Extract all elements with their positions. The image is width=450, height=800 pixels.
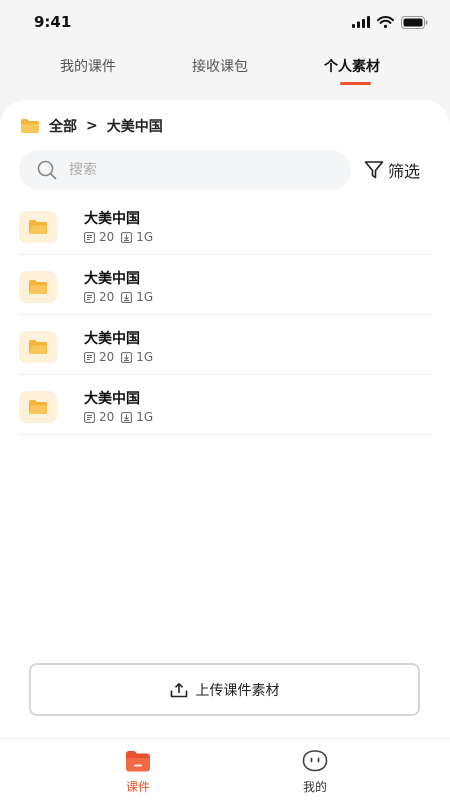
wifi-icon (377, 16, 394, 28)
file-meta: 20 1G (84, 410, 160, 424)
bottom-nav: 课件 我的 (0, 738, 450, 800)
file-count-icon (84, 351, 95, 363)
upload-icon (170, 682, 187, 697)
folder-open-icon (29, 340, 47, 354)
storage-icon (121, 231, 133, 243)
search-box[interactable] (19, 150, 351, 190)
folder-tile (19, 271, 57, 303)
nav-courseware-label: 课件 (125, 780, 150, 794)
file-size: 1G (136, 350, 154, 364)
file-size: 1G (136, 410, 154, 424)
filter-label: 筛选 (388, 162, 421, 181)
list-item[interactable]: 大美中国 20 1G (18, 315, 431, 375)
folder-tile (19, 211, 57, 243)
file-name: 大美中国 (84, 331, 140, 347)
tab-my-courseware[interactable]: 我的课件 (60, 56, 116, 76)
folder-open-icon (29, 280, 47, 294)
storage-icon (121, 351, 133, 363)
file-count: 20 (99, 230, 115, 244)
tab-received-packages[interactable]: 接收课包 (192, 56, 248, 76)
breadcrumb-current: 大美中国 (106, 119, 163, 135)
file-count: 20 (99, 350, 115, 364)
file-count: 20 (99, 290, 115, 304)
file-count-icon (84, 411, 95, 423)
storage-icon (121, 291, 133, 303)
file-meta: 20 1G (84, 230, 160, 244)
file-list: 大美中国 20 1G 大美中国 20 1G 大美中国 20 1G 大美中国 20… (18, 195, 431, 435)
folder-open-icon (29, 400, 47, 414)
file-size: 1G (136, 290, 154, 304)
breadcrumb-root[interactable]: 全部 (49, 116, 77, 136)
status-icons (352, 15, 428, 29)
folder-tile (19, 331, 57, 363)
filter-icon (364, 161, 384, 179)
battery-icon (401, 15, 428, 29)
storage-icon (121, 411, 133, 423)
file-name: 大美中国 (84, 391, 140, 407)
filter-button[interactable]: 筛选 (364, 158, 420, 182)
top-tabs: 我的课件 接收课包 个人素材 (0, 48, 450, 88)
file-size: 1G (136, 230, 154, 244)
file-meta: 20 1G (84, 350, 160, 364)
upload-materials-button[interactable]: 上传课件素材 (29, 663, 420, 716)
search-input[interactable] (69, 162, 309, 178)
folder-open-icon (29, 220, 47, 234)
search-icon (37, 160, 57, 180)
breadcrumb: 全部 > 大美中国 (20, 116, 163, 136)
folder-icon (21, 119, 39, 133)
file-count-icon (84, 231, 95, 243)
folder-tile (19, 391, 57, 423)
list-item[interactable]: 大美中国 20 1G (18, 255, 431, 315)
profile-face-icon (302, 750, 328, 772)
file-name: 大美中国 (84, 211, 140, 227)
file-count-icon (84, 291, 95, 303)
folder-icon (126, 751, 150, 772)
status-bar: 9:41 (0, 0, 450, 44)
list-item[interactable]: 大美中国 20 1G (18, 375, 431, 435)
active-tab-indicator (340, 82, 371, 85)
signal-icon (352, 16, 370, 28)
tab-personal-materials[interactable]: 个人素材 (324, 56, 380, 76)
breadcrumb-separator: > (86, 118, 98, 134)
file-count: 20 (99, 410, 115, 424)
status-time: 9:41 (34, 13, 72, 31)
nav-courseware[interactable]: 课件 (88, 739, 188, 800)
nav-mine-label: 我的 (302, 780, 327, 794)
list-item[interactable]: 大美中国 20 1G (18, 195, 431, 255)
upload-label: 上传课件素材 (195, 682, 280, 699)
file-meta: 20 1G (84, 290, 160, 304)
file-name: 大美中国 (84, 271, 140, 287)
nav-mine[interactable]: 我的 (265, 739, 365, 800)
